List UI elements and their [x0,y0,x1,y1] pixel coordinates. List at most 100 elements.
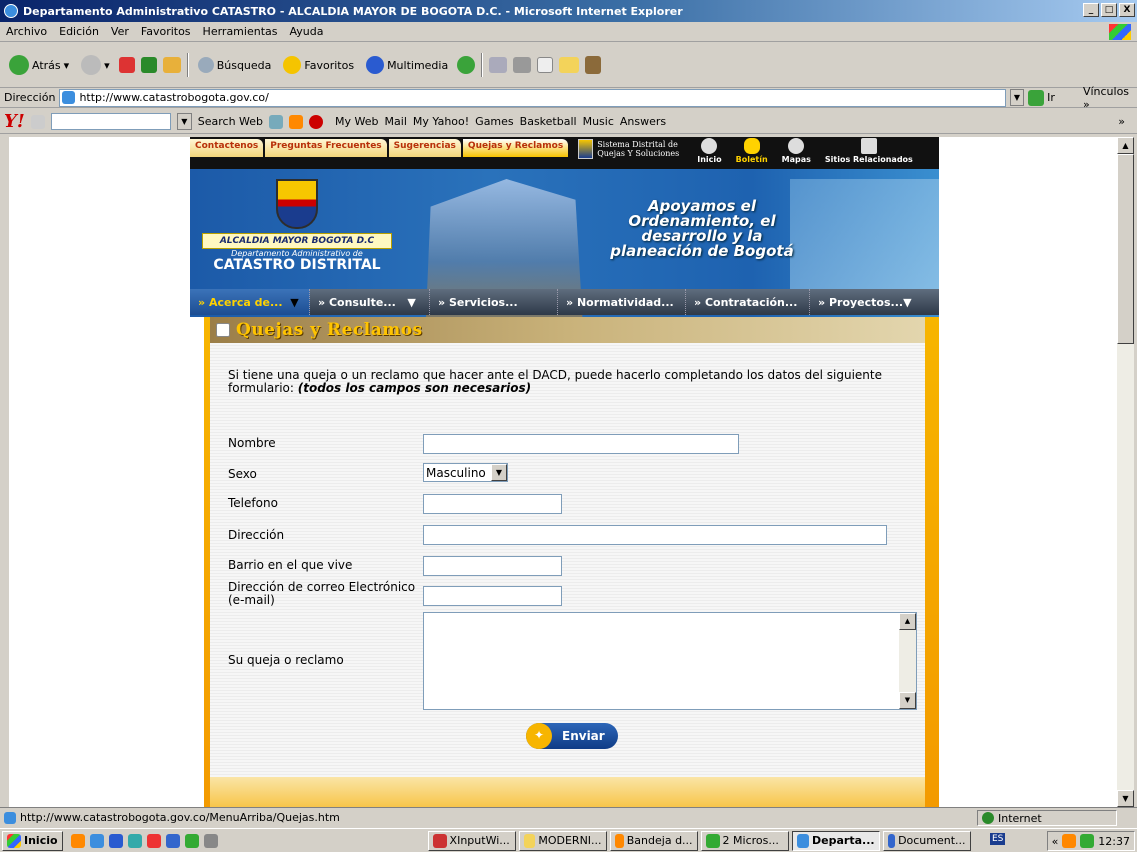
task-departa[interactable]: Departa... [791,830,880,851]
scroll-thumb[interactable] [1117,154,1134,344]
history-icon[interactable] [457,56,476,74]
windows-logo-icon [7,833,21,848]
maximize-button[interactable]: □ [1101,3,1117,17]
outlook-icon [614,833,624,848]
yahoo-mail[interactable]: Mail [385,115,407,128]
page-scrollbar[interactable]: ▲ ▼ [1117,137,1134,807]
scroll-up-icon[interactable]: ▲ [1117,137,1134,154]
nav-contratacion[interactable]: » Contratación... [686,289,810,315]
quicklaunch-media-icon[interactable] [108,833,123,848]
queja-textarea[interactable]: ▲ ▼ [423,612,917,710]
task-document[interactable]: Document... [882,830,971,851]
yahoo-myyahoo[interactable]: My Yahoo! [413,115,469,128]
yahoo-search-input[interactable] [50,113,171,130]
nav-normatividad[interactable]: » Normatividad... [558,289,686,315]
yahoo-logo[interactable]: Y! [4,111,25,132]
scroll-down-icon[interactable]: ▼ [1117,790,1134,807]
tray-expand-icon[interactable]: « [1052,835,1059,848]
address-input[interactable]: http://www.catastrobogota.gov.co/ [59,88,1006,107]
menu-archivo[interactable]: Archivo [6,25,47,38]
pencil-icon[interactable] [30,114,45,129]
scroll-up-icon[interactable]: ▲ [899,613,916,630]
sdq-link[interactable]: Sistema Distrital de Quejas Y Soluciones [578,139,679,159]
chevron-down-icon: ▼ [290,295,299,309]
scroll-down-icon[interactable]: ▼ [899,692,916,709]
menu-herramientas[interactable]: Herramientas [203,25,278,38]
quicklaunch-tool-icon[interactable] [146,833,161,848]
sitios-link[interactable]: Sitios Relacionados [825,138,913,164]
search-button[interactable]: Búsqueda [195,55,275,75]
quicklaunch-app-icon[interactable] [70,833,85,848]
mail-icon[interactable] [489,57,508,73]
nav-proyectos[interactable]: » Proyectos... ▼ [810,289,939,315]
tray-app-icon[interactable] [1062,834,1077,848]
links-label[interactable]: Vínculos » [1083,85,1137,111]
chevron-down-icon: ▼ [491,464,507,481]
back-button[interactable]: Atrás ▾ [6,53,72,77]
refresh-icon[interactable] [140,57,157,73]
yahoo-basketball[interactable]: Basketball [520,115,577,128]
go-button[interactable]: Ir [1028,89,1055,106]
address-dropdown-icon[interactable]: ▼ [1009,89,1025,106]
clock: 12:37 [1098,834,1130,848]
telefono-input[interactable] [423,494,562,514]
menu-ayuda[interactable]: Ayuda [289,25,323,38]
task-xinput[interactable]: XInputWi... [427,830,516,851]
tab-quejas[interactable]: Quejas y Reclamos [462,139,569,157]
menu-favoritos[interactable]: Favoritos [141,25,191,38]
textarea-scrollbar[interactable]: ▲ ▼ [899,613,916,709]
pop-up-icon[interactable] [289,114,304,129]
quicklaunch-excel-icon[interactable] [184,833,199,848]
yahoo-games[interactable]: Games [475,115,513,128]
tab-preguntas[interactable]: Preguntas Frecuentes [265,139,387,157]
task-bandeja[interactable]: Bandeja d... [609,830,698,851]
barrio-input[interactable] [423,556,562,576]
inicio-link[interactable]: Inicio [697,138,722,164]
folder-icon[interactable] [559,57,580,73]
language-indicator[interactable]: ES [990,833,1006,845]
quicklaunch-network-icon[interactable] [203,833,218,848]
home-icon[interactable] [162,57,181,73]
title-bar: Departamento Administrativo CATASTRO - A… [0,0,1137,22]
word-icon[interactable] [537,57,554,73]
start-button[interactable]: Inicio [2,830,63,851]
yahoo-answers[interactable]: Answers [620,115,666,128]
menu-ver[interactable]: Ver [111,25,129,38]
antispy-icon[interactable] [309,114,324,129]
nombre-input[interactable] [423,434,739,454]
menu-edicion[interactable]: Edición [59,25,99,38]
task-micros[interactable]: 2 Micros... [700,830,789,851]
enviar-button[interactable]: ✦ Enviar [526,723,618,749]
print-icon[interactable] [513,57,532,73]
media-button[interactable]: Multimedia [363,54,451,76]
nav-acerca[interactable]: » Acerca de... ▼ [190,289,310,315]
quicklaunch-browser-icon[interactable] [127,833,142,848]
boletin-link[interactable]: Boletín [736,138,768,164]
tab-sugerencias[interactable]: Sugerencias [388,139,461,157]
quicklaunch-ie-icon[interactable] [89,833,104,848]
quicklaunch-window-icon[interactable] [165,833,180,848]
task-moderni[interactable]: MODERNI... [518,830,607,851]
nav-servicios[interactable]: » Servicios... [430,289,558,315]
yahoo-myweb[interactable]: My Web [335,115,378,128]
research-icon[interactable] [585,56,602,74]
mapas-link[interactable]: Mapas [782,138,811,164]
correo-input[interactable] [423,586,562,606]
sexo-select[interactable]: Masculino ▼ [423,463,508,482]
highlight-icon[interactable] [269,114,284,129]
forward-button[interactable]: ▾ [78,53,113,77]
close-button[interactable]: X [1119,3,1135,17]
tray-network-icon[interactable] [1080,834,1095,848]
nav-consulte[interactable]: » Consulte... ▼ [310,289,430,315]
yahoo-music[interactable]: Music [583,115,614,128]
search-web-button[interactable]: Search Web [198,115,263,128]
yahoo-more-button[interactable]: » [1118,115,1125,128]
tab-contactenos[interactable]: Contactenos [190,139,264,157]
forward-arrow-icon [81,55,102,75]
yahoo-search-dropdown-icon[interactable]: ▼ [176,113,192,130]
direccion-input[interactable] [423,525,887,545]
minimize-button[interactable]: _ [1083,3,1099,17]
stop-icon[interactable] [118,57,135,73]
site-logo[interactable]: ALCALDIA MAYOR BOGOTA D.C Departamento A… [202,179,392,289]
favorites-button[interactable]: Favoritos [280,54,357,76]
